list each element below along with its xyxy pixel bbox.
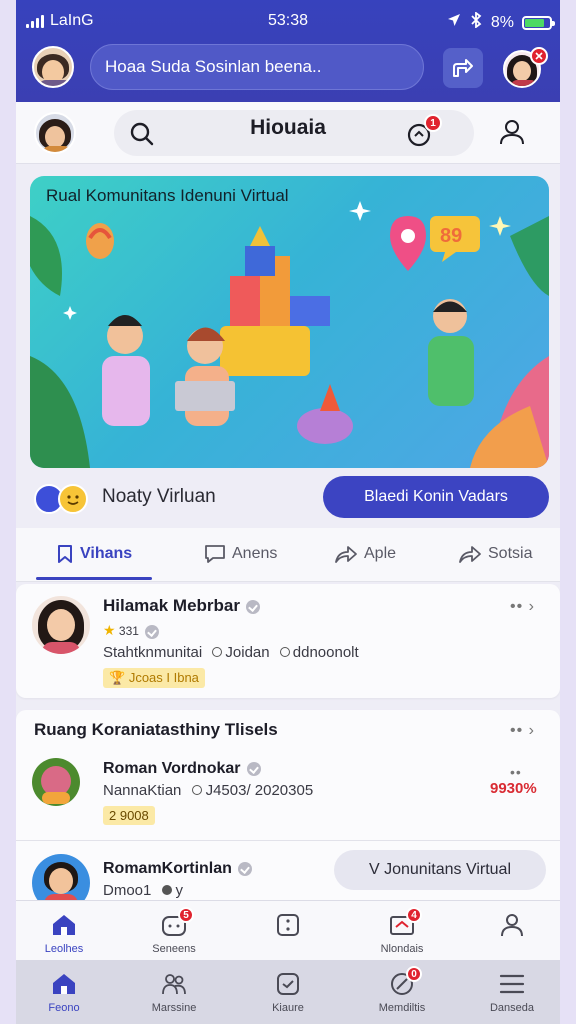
- nav2-item-home[interactable]: Feono: [16, 970, 112, 1014]
- tab-label: Sotsia: [488, 545, 533, 562]
- bookmark-icon: [58, 545, 72, 563]
- share-button[interactable]: [443, 48, 483, 88]
- item-value: 9930%: [490, 780, 537, 797]
- home-icon: [53, 974, 75, 994]
- item-tag: 2 9008: [103, 806, 155, 825]
- tab-sotsia[interactable]: Sotsia: [458, 538, 532, 570]
- post-meta: Stahtknmunitai Joidan ddnoonolt: [103, 644, 359, 661]
- more-options-icon[interactable]: •• ›: [510, 598, 535, 616]
- people-icon: [162, 974, 186, 995]
- bluetooth-icon: [469, 11, 483, 33]
- smile-emoji-icon: [58, 484, 88, 514]
- bottom-nav-secondary: Feono Marssine Kiaure 0 Memdiltis Dansed…: [16, 960, 560, 1024]
- nav-item-home[interactable]: Leolhes: [16, 911, 112, 955]
- svg-text:89: 89: [440, 225, 462, 247]
- nav-badge: 0: [406, 966, 422, 982]
- hero-banner[interactable]: 89 Rual Komunitans Idenuni Virtual: [30, 176, 549, 468]
- status-bar: LaInG 53:38 8%: [16, 11, 560, 33]
- post-tag: 🏆 Jcoas I Ibna: [103, 668, 205, 688]
- tab-label: Aple: [364, 545, 397, 562]
- virtual-community-pill[interactable]: V Jonunitans Virtual: [334, 850, 546, 890]
- status-icons: 8%: [447, 11, 555, 33]
- battery-icon: [522, 15, 555, 30]
- user-icon: [501, 914, 523, 937]
- page-title: Hiouaia: [250, 116, 326, 139]
- tab-vihans[interactable]: Vihans: [56, 538, 132, 570]
- tab-label: Vihans: [80, 545, 133, 562]
- primary-action-button[interactable]: Blaedi Konin Vadars: [323, 476, 549, 518]
- comment-icon: [205, 545, 225, 563]
- divider: [16, 840, 560, 841]
- profile-badge: [530, 47, 548, 65]
- trophy-icon: 🏆: [109, 670, 126, 685]
- verified-icon: [237, 861, 252, 876]
- page-header: Hiouaia 1: [16, 102, 560, 164]
- tab-bar: Vihans Anens Aple Sotsia: [16, 528, 560, 582]
- item-meta: NannaKtian J4503/ 2020305: [103, 782, 314, 799]
- post-rating: ★ 331: [103, 622, 159, 639]
- verified-icon: [144, 624, 159, 639]
- verified-icon: [246, 761, 261, 776]
- nav2-item-people[interactable]: Marssine: [126, 970, 222, 1014]
- nav2-item-menu[interactable]: Danseda: [464, 970, 560, 1014]
- action-row: Noaty Virluan Blaedi Konin Vadars: [16, 470, 560, 526]
- reaction-group[interactable]: [34, 484, 88, 514]
- item-more-icon[interactable]: ••: [510, 764, 522, 780]
- nav2-item-kiaure[interactable]: Kiaure: [240, 970, 336, 1014]
- nav-item-seneens[interactable]: 5 Seneens: [126, 907, 222, 955]
- tab-indicator: [36, 577, 152, 580]
- post-card[interactable]: Hilamak Mebrbar ★ 331 Stahtknmunitai Joi…: [16, 584, 560, 698]
- dice-icon: [277, 914, 299, 936]
- tab-label: Anens: [232, 545, 278, 562]
- nav2-item-messages[interactable]: 0 Memdiltis: [354, 966, 450, 1014]
- hero-title: Rual Komunitans Idenuni Virtual: [46, 186, 289, 205]
- home-icon: [53, 915, 75, 935]
- search-bar[interactable]: Hoaa Suda Sosinlan beena..: [90, 44, 424, 90]
- item2-title[interactable]: RomamKortinlan: [103, 860, 252, 878]
- action-label: Noaty Virluan: [102, 486, 216, 507]
- post-avatar[interactable]: [32, 596, 90, 654]
- top-app-bar: LaInG 53:38 8% Hoaa Suda Sosinlan beena.…: [16, 0, 560, 102]
- location-icon: [447, 13, 461, 32]
- tab-aple[interactable]: Aple: [334, 538, 396, 570]
- nav-item-nlondais[interactable]: 4 Nlondais: [354, 907, 450, 955]
- item-title[interactable]: Roman Vordnokar: [103, 760, 261, 778]
- share-icon: [453, 59, 473, 77]
- nav-item-dice[interactable]: [240, 911, 336, 943]
- hero-illustration: 89: [30, 201, 549, 468]
- search-text: Hoaa Suda Sosinlan beena..: [105, 57, 322, 76]
- verified-icon: [246, 599, 260, 614]
- battery-percent: 8%: [490, 13, 514, 31]
- share-icon: [459, 546, 481, 563]
- app-screen: LaInG 53:38 8% Hoaa Suda Sosinlan beena.…: [16, 0, 560, 1024]
- nav-item-profile[interactable]: [464, 911, 560, 943]
- section-more-icon[interactable]: •• ›: [510, 722, 535, 740]
- star-icon: ★: [103, 622, 116, 638]
- nav-badge: 4: [406, 907, 422, 923]
- section-title: Ruang Koraniatasthiny Tlisels: [34, 720, 278, 739]
- share-icon: [335, 546, 357, 563]
- menu-icon: [499, 974, 525, 994]
- item-avatar[interactable]: [32, 758, 80, 806]
- post-author: Hilamak Mebrbar: [103, 596, 260, 616]
- item2-sub: Dmoo1 y: [103, 882, 184, 899]
- bottom-nav-primary: Leolhes 5 Seneens 4 Nlondais: [16, 900, 560, 960]
- notification-badge: 1: [424, 114, 442, 132]
- smile-icon: [277, 973, 299, 995]
- nav-badge: 5: [178, 907, 194, 923]
- avatar[interactable]: [32, 46, 74, 88]
- tab-anens[interactable]: Anens: [204, 538, 277, 570]
- user-icon[interactable]: [498, 118, 526, 151]
